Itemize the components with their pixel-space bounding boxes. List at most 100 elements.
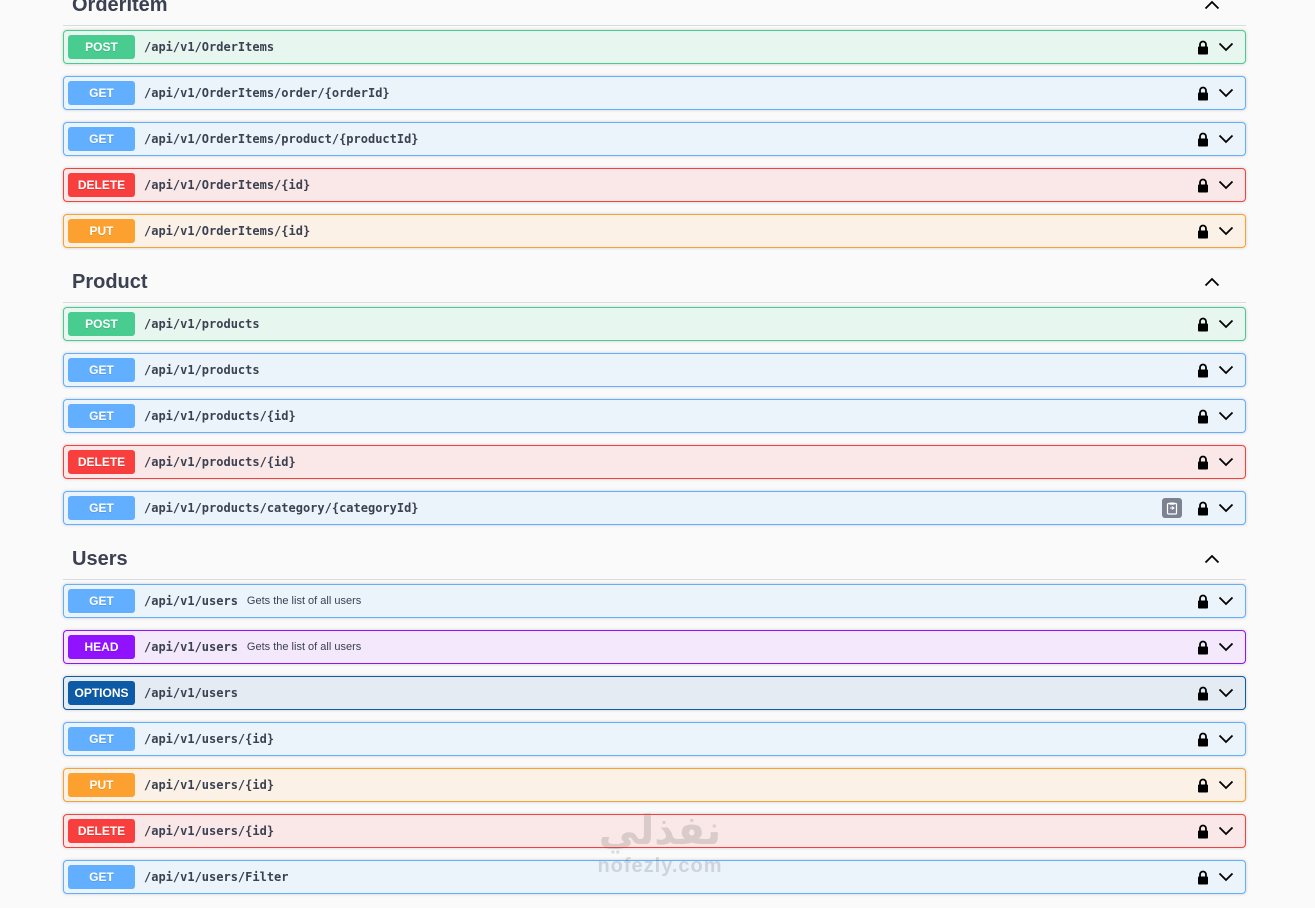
operation-delete[interactable]: DELETE/api/v1/OrderItems/{id} bbox=[63, 168, 1246, 202]
endpoint-path: /api/v1/products/{id} bbox=[144, 409, 296, 423]
endpoint-path: /api/v1/products bbox=[144, 317, 260, 331]
chevron-down-icon[interactable] bbox=[1216, 498, 1236, 518]
lock-icon[interactable] bbox=[1197, 823, 1211, 839]
lock-icon[interactable] bbox=[1197, 454, 1211, 470]
tag-section-orderitem: OrderItem POST/api/v1/OrderItems GET/api/v… bbox=[63, 0, 1246, 262]
method-badge: PUT bbox=[68, 219, 135, 243]
lock-icon[interactable] bbox=[1197, 362, 1211, 378]
section-header[interactable]: OrderItem bbox=[63, 0, 1246, 26]
operation-get[interactable]: GET/api/v1/users/{id} bbox=[63, 722, 1246, 756]
lock-icon[interactable] bbox=[1197, 408, 1211, 424]
operation-options[interactable]: OPTIONS/api/v1/users bbox=[63, 676, 1246, 710]
chevron-down-icon[interactable] bbox=[1216, 129, 1236, 149]
method-badge: DELETE bbox=[68, 819, 135, 843]
operation-put[interactable]: PUT/api/v1/OrderItems/{id} bbox=[63, 214, 1246, 248]
chevron-down-icon[interactable] bbox=[1216, 406, 1236, 426]
tag-section-users: Users GET/api/v1/users Gets the list of al… bbox=[63, 539, 1246, 908]
chevron-down-icon[interactable] bbox=[1216, 175, 1236, 195]
endpoint-summary: Gets the list of all users bbox=[246, 595, 362, 607]
endpoint-path: /api/v1/products bbox=[144, 363, 260, 377]
chevron-down-icon[interactable] bbox=[1216, 821, 1236, 841]
operation-delete[interactable]: DELETE/api/v1/products/{id} bbox=[63, 445, 1246, 479]
section-header[interactable]: Product bbox=[63, 262, 1246, 303]
method-badge: GET bbox=[68, 589, 135, 613]
operation-get[interactable]: GET/api/v1/products/{id} bbox=[63, 399, 1246, 433]
chevron-down-icon[interactable] bbox=[1216, 360, 1236, 380]
chevron-down-icon[interactable] bbox=[1216, 83, 1236, 103]
chevron-down-icon[interactable] bbox=[1216, 775, 1236, 795]
method-badge: DELETE bbox=[68, 173, 135, 197]
operation-get[interactable]: GET/api/v1/products bbox=[63, 353, 1246, 387]
chevron-down-icon[interactable] bbox=[1216, 729, 1236, 749]
method-badge: HEAD bbox=[68, 635, 135, 659]
lock-icon[interactable] bbox=[1197, 731, 1211, 747]
section-title: Users bbox=[72, 547, 128, 570]
chevron-up-icon[interactable] bbox=[1200, 0, 1224, 17]
lock-icon[interactable] bbox=[1197, 177, 1211, 193]
operations-list: POST/api/v1/OrderItems GET/api/v1/OrderIt… bbox=[63, 26, 1246, 262]
lock-icon[interactable] bbox=[1197, 316, 1211, 332]
method-badge: GET bbox=[68, 865, 135, 889]
operation-get[interactable]: GET/api/v1/OrderItems/product/{productId… bbox=[63, 122, 1246, 156]
operation-get[interactable]: GET/api/v1/products/category/{categoryId… bbox=[63, 491, 1246, 525]
lock-icon[interactable] bbox=[1197, 777, 1211, 793]
lock-icon[interactable] bbox=[1197, 869, 1211, 885]
endpoint-path: /api/v1/OrderItems/{id} bbox=[144, 224, 311, 238]
copy-icon[interactable] bbox=[1162, 498, 1182, 518]
chevron-up-icon[interactable] bbox=[1200, 547, 1224, 571]
chevron-down-icon[interactable] bbox=[1216, 637, 1236, 657]
endpoint-path: /api/v1/products/{id} bbox=[144, 455, 296, 469]
section-title: OrderItem bbox=[72, 0, 168, 16]
method-badge: PUT bbox=[68, 773, 135, 797]
method-badge: GET bbox=[68, 81, 135, 105]
endpoint-path: /api/v1/users/{id} bbox=[144, 778, 275, 792]
tag-section-product: Product POST/api/v1/products GET/api/v1/pr… bbox=[63, 262, 1246, 539]
endpoint-path: /api/v1/users bbox=[144, 594, 238, 608]
lock-icon[interactable] bbox=[1197, 131, 1211, 147]
chevron-down-icon[interactable] bbox=[1216, 452, 1236, 472]
method-badge: GET bbox=[68, 404, 135, 428]
operation-get[interactable]: GET/api/v1/OrderItems/order/{orderId} bbox=[63, 76, 1246, 110]
section-title: Product bbox=[72, 270, 148, 293]
endpoint-path: /api/v1/OrderItems/product/{productId} bbox=[144, 132, 419, 146]
lock-icon[interactable] bbox=[1197, 85, 1211, 101]
operation-post[interactable]: POST/api/v1/products bbox=[63, 307, 1246, 341]
lock-icon[interactable] bbox=[1197, 593, 1211, 609]
method-badge: DELETE bbox=[68, 450, 135, 474]
operation-get[interactable]: GET/api/v1/users Gets the list of all use… bbox=[63, 584, 1246, 618]
section-header[interactable]: Users bbox=[63, 539, 1246, 580]
operations-list: POST/api/v1/products GET/api/v1/products G… bbox=[63, 303, 1246, 539]
endpoint-path: /api/v1/OrderItems bbox=[144, 40, 275, 54]
endpoint-path: /api/v1/OrderItems/{id} bbox=[144, 178, 311, 192]
chevron-down-icon[interactable] bbox=[1216, 867, 1236, 887]
endpoint-path: /api/v1/users bbox=[144, 686, 238, 700]
endpoint-path: /api/v1/OrderItems/order/{orderId} bbox=[144, 86, 390, 100]
operation-put[interactable]: PUT/api/v1/users/{id} bbox=[63, 768, 1246, 802]
operation-post[interactable]: POST/api/v1/OrderItems bbox=[63, 30, 1246, 64]
lock-icon[interactable] bbox=[1197, 223, 1211, 239]
operation-delete[interactable]: DELETE/api/v1/users/{id} bbox=[63, 814, 1246, 848]
method-badge: OPTIONS bbox=[68, 681, 135, 705]
lock-icon[interactable] bbox=[1197, 639, 1211, 655]
endpoint-summary: Gets the list of all users bbox=[246, 641, 362, 653]
endpoint-path: /api/v1/users/{id} bbox=[144, 732, 275, 746]
endpoint-path: /api/v1/users/{id} bbox=[144, 824, 275, 838]
endpoint-path: /api/v1/users/Filter bbox=[144, 870, 289, 884]
method-badge: POST bbox=[68, 312, 135, 336]
method-badge: GET bbox=[68, 496, 135, 520]
chevron-up-icon[interactable] bbox=[1200, 270, 1224, 294]
lock-icon[interactable] bbox=[1197, 685, 1211, 701]
method-badge: GET bbox=[68, 727, 135, 751]
method-badge: GET bbox=[68, 358, 135, 382]
method-badge: GET bbox=[68, 127, 135, 151]
chevron-down-icon[interactable] bbox=[1216, 314, 1236, 334]
operation-head[interactable]: HEAD/api/v1/users Gets the list of all us… bbox=[63, 630, 1246, 664]
operation-get[interactable]: GET/api/v1/users/Filter bbox=[63, 860, 1246, 894]
endpoint-path: /api/v1/products/category/{categoryId} bbox=[144, 501, 419, 515]
lock-icon[interactable] bbox=[1197, 500, 1211, 516]
lock-icon[interactable] bbox=[1197, 39, 1211, 55]
chevron-down-icon[interactable] bbox=[1216, 683, 1236, 703]
chevron-down-icon[interactable] bbox=[1216, 221, 1236, 241]
chevron-down-icon[interactable] bbox=[1216, 591, 1236, 611]
chevron-down-icon[interactable] bbox=[1216, 37, 1236, 57]
